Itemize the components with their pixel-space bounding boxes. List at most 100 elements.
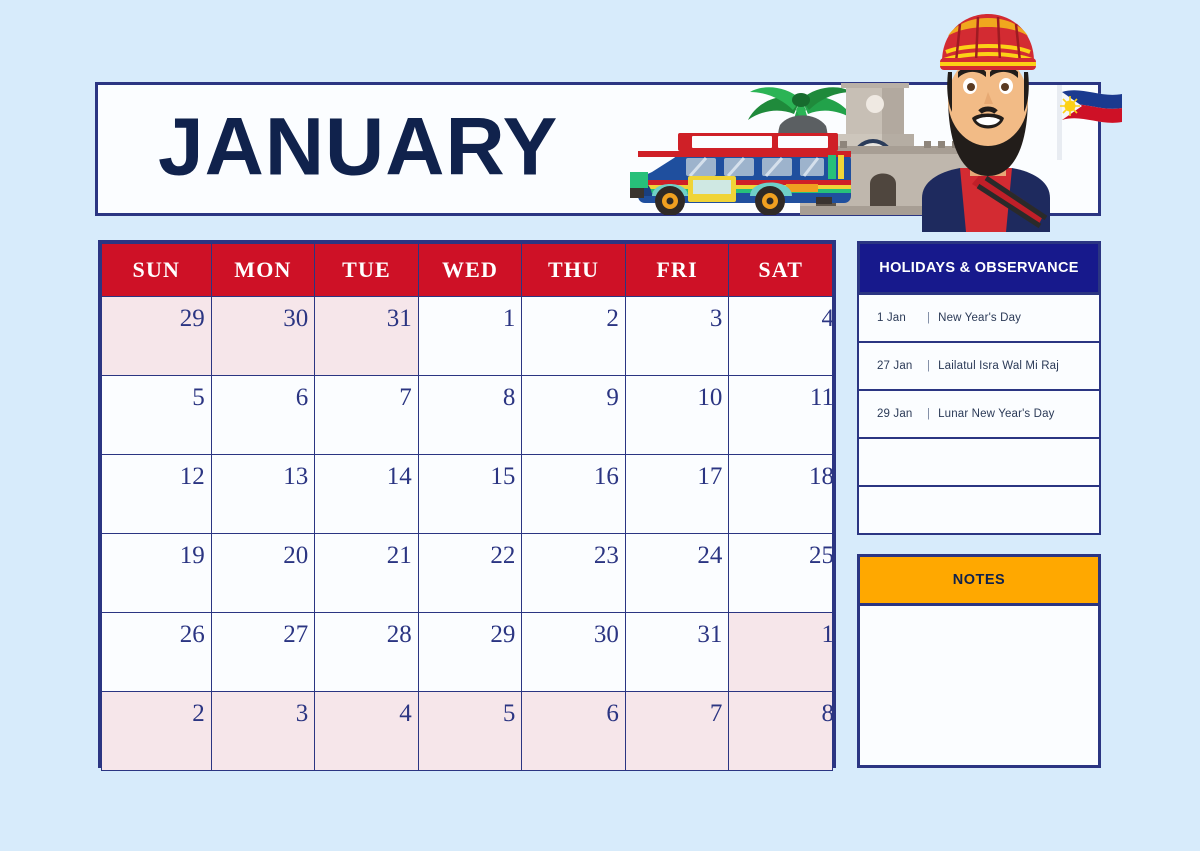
- page-title: JANUARY: [158, 101, 559, 193]
- calendar-day-cell[interactable]: 21: [314, 533, 419, 613]
- calendar-day-cell[interactable]: 7: [624, 691, 730, 771]
- holiday-separator: |: [927, 312, 931, 324]
- holiday-name: Lunar New Year's Day: [938, 408, 1055, 420]
- calendar-day-cell[interactable]: 9: [521, 375, 626, 455]
- month-title-bar: JANUARY: [95, 82, 1101, 216]
- holiday-row[interactable]: 27 Jan | Lailatul Isra Wal Mi Raj: [857, 343, 1101, 391]
- calendar-day-cell[interactable]: 1: [417, 296, 523, 376]
- calendar-day-cell[interactable]: 29: [101, 296, 212, 376]
- calendar-day-cell[interactable]: 16: [521, 454, 626, 534]
- day-number: 30: [283, 305, 309, 332]
- calendar-day-cell[interactable]: 2: [521, 296, 626, 376]
- calendar-day-cell[interactable]: 31: [624, 612, 730, 692]
- holiday-row[interactable]: 1 Jan | New Year's Day: [857, 295, 1101, 343]
- day-number: 17: [697, 463, 723, 490]
- calendar-day-cell[interactable]: 8: [728, 691, 834, 771]
- calendar-day-cell[interactable]: 18: [728, 454, 834, 534]
- calendar-day-cell[interactable]: 10: [624, 375, 730, 455]
- day-number: 16: [593, 463, 619, 490]
- calendar-day-cell[interactable]: 5: [417, 691, 523, 771]
- day-number: 28: [386, 621, 412, 648]
- day-number: 23: [593, 542, 619, 569]
- calendar-day-cell[interactable]: 29: [417, 612, 523, 692]
- day-number: 26: [179, 621, 205, 648]
- holiday-row[interactable]: [857, 487, 1101, 535]
- calendar-day-cell[interactable]: 25: [728, 533, 834, 613]
- day-number: 3: [295, 700, 309, 727]
- day-number: 7: [399, 384, 412, 411]
- calendar-day-cell[interactable]: 8: [417, 375, 523, 455]
- calendar-day-cell[interactable]: 1: [728, 612, 835, 692]
- calendar-day-cell[interactable]: 17: [624, 454, 730, 534]
- day-number: 30: [593, 621, 619, 648]
- calendar-day-cell[interactable]: 2: [101, 691, 212, 771]
- holiday-date: 1 Jan: [877, 312, 906, 324]
- calendar-day-cell[interactable]: 4: [728, 296, 835, 376]
- calendar-week-row: 26 27 28 29 30 31 1: [101, 612, 835, 692]
- day-number: 5: [502, 700, 516, 727]
- calendar-day-cell[interactable]: 3: [210, 691, 316, 771]
- day-number: 6: [606, 700, 619, 727]
- calendar-day-cell[interactable]: 11: [728, 375, 834, 455]
- day-number: 29: [490, 621, 516, 648]
- calendar-day-cell[interactable]: 5: [101, 375, 212, 455]
- day-number: 1: [821, 621, 835, 648]
- day-number: 15: [490, 463, 516, 490]
- holiday-name: New Year's Day: [938, 312, 1022, 324]
- calendar-day-cell[interactable]: 24: [624, 533, 730, 613]
- holidays-list: 1 Jan | New Year's Day 27 Jan | Lailatul Isra…: [857, 295, 1101, 535]
- holiday-separator: |: [927, 408, 931, 420]
- holiday-row[interactable]: 29 Jan | Lunar New Year's Day: [857, 391, 1101, 439]
- calendar-day-cell[interactable]: 30: [521, 612, 626, 692]
- holidays-panel: HOLIDAYS & OBSERVANCE 1 Jan | New Year's D…: [857, 241, 1101, 535]
- calendar-day-cell[interactable]: 6: [210, 375, 316, 455]
- day-number: 24: [697, 542, 723, 569]
- day-number: 3: [709, 305, 723, 332]
- weekday-header-thu: THU: [521, 243, 626, 297]
- holiday-row[interactable]: [857, 439, 1101, 487]
- calendar-day-cell[interactable]: 28: [314, 612, 419, 692]
- calendar-day-cell[interactable]: 12: [101, 454, 212, 534]
- calendar-day-cell[interactable]: 14: [314, 454, 419, 534]
- day-number: 8: [502, 384, 516, 411]
- weekday-header-mon: MON: [210, 243, 316, 297]
- day-number: 29: [179, 305, 205, 332]
- calendar-day-cell[interactable]: 30: [210, 296, 316, 376]
- calendar-day-cell[interactable]: 7: [314, 375, 419, 455]
- day-number: 4: [821, 305, 835, 332]
- day-number: 22: [490, 542, 516, 569]
- calendar-day-cell[interactable]: 20: [210, 533, 316, 613]
- calendar-day-cell[interactable]: 26: [101, 612, 212, 692]
- day-number: 19: [179, 542, 205, 569]
- day-number: 5: [192, 384, 205, 411]
- calendar-page: JANUARY SUN MON TUE WED THU FRI SAT 29 3…: [0, 0, 1200, 851]
- calendar-week-row: 29 30 31 1 2 3 4: [101, 296, 835, 376]
- day-number: 21: [386, 542, 412, 569]
- calendar-day-cell[interactable]: 22: [417, 533, 523, 613]
- calendar-day-cell[interactable]: 31: [314, 296, 419, 376]
- weekday-header-row: SUN MON TUE WED THU FRI SAT: [101, 243, 833, 297]
- calendar-day-cell[interactable]: 27: [210, 612, 316, 692]
- holiday-name: Lailatul Isra Wal Mi Raj: [938, 360, 1059, 372]
- calendar-day-cell[interactable]: 15: [417, 454, 523, 534]
- day-number: 6: [295, 384, 309, 411]
- holiday-separator: |: [927, 360, 931, 372]
- calendar-day-cell[interactable]: 13: [210, 454, 316, 534]
- calendar-grid: SUN MON TUE WED THU FRI SAT 29 30 31 1 2 3 4 5 6…: [98, 240, 836, 771]
- day-number: 12: [179, 463, 205, 490]
- day-number: 31: [697, 621, 723, 648]
- calendar-day-cell[interactable]: 4: [314, 691, 419, 771]
- holidays-panel-title: HOLIDAYS & OBSERVANCE: [857, 241, 1101, 295]
- calendar-day-cell[interactable]: 3: [624, 296, 730, 376]
- day-number: 2: [192, 700, 205, 727]
- holiday-date: 27 Jan: [877, 360, 913, 372]
- calendar-day-cell[interactable]: 23: [521, 533, 626, 613]
- notes-input-area[interactable]: [857, 606, 1101, 768]
- day-number: 9: [606, 384, 619, 411]
- calendar-day-cell[interactable]: 6: [521, 691, 626, 771]
- notes-panel: NOTES: [857, 554, 1101, 768]
- day-number: 11: [809, 384, 834, 411]
- day-number: 13: [283, 463, 309, 490]
- day-number: 31: [386, 305, 412, 332]
- calendar-day-cell[interactable]: 19: [101, 533, 212, 613]
